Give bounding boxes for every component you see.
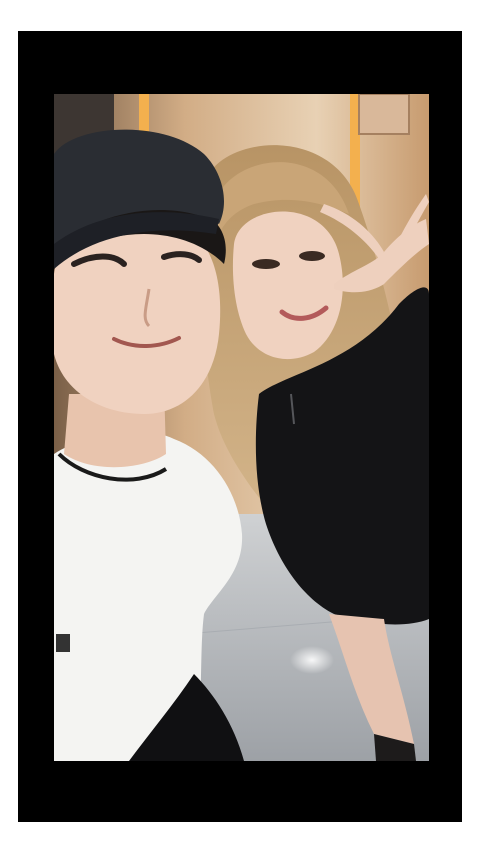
floor-light-reflection bbox=[290, 646, 334, 674]
photo-illustration bbox=[54, 94, 429, 761]
screen bbox=[0, 0, 480, 854]
wall-panel bbox=[358, 94, 410, 135]
woman-face bbox=[232, 211, 343, 360]
shirt-logo bbox=[56, 634, 70, 652]
selfie-photo bbox=[54, 94, 429, 761]
